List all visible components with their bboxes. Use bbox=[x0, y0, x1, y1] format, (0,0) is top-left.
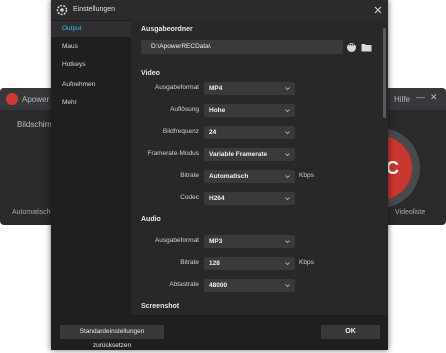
close-icon[interactable] bbox=[372, 4, 384, 16]
record-mode-label[interactable]: Bildschirm bbox=[17, 120, 54, 129]
video-list-label[interactable]: Videoliste bbox=[395, 209, 425, 216]
minimize-icon[interactable]: — bbox=[416, 92, 426, 104]
sidebar-item-output[interactable]: Output bbox=[51, 21, 131, 37]
codec-select[interactable]: H264 bbox=[204, 192, 295, 205]
scrollbar[interactable] bbox=[383, 28, 386, 118]
codec-label: Codec bbox=[180, 194, 199, 201]
audio-heading: Audio bbox=[141, 216, 161, 223]
output-folder-heading: Ausgabeordner bbox=[141, 26, 193, 33]
video-bitrate-select[interactable]: Automatisch bbox=[204, 170, 295, 183]
background-app-title: Apower bbox=[22, 95, 50, 104]
framerate-select[interactable]: 24 bbox=[204, 126, 295, 139]
framerate-label: Bildfrequenz bbox=[162, 128, 199, 135]
settings-dialog: Einstellungen Output Maus Hotkeys Aufneh… bbox=[51, 0, 388, 350]
audio-format-label: Ausgabeformat bbox=[154, 237, 199, 244]
app-logo-icon bbox=[6, 93, 18, 105]
video-bitrate-unit: Kbps bbox=[299, 172, 314, 179]
sample-rate-value: 48000 bbox=[209, 282, 228, 289]
reset-defaults-button[interactable]: Standardeinstellungen zurücksetzen bbox=[60, 325, 164, 349]
sidebar-item-hotkeys[interactable]: Hotkeys bbox=[51, 57, 131, 73]
framerate-mode-label: Framerate-Modus bbox=[147, 150, 199, 157]
video-format-value: MP4 bbox=[209, 85, 223, 92]
chevron-down-icon bbox=[285, 197, 290, 201]
chevron-down-icon bbox=[285, 262, 290, 266]
output-folder-path[interactable]: D:\ApowerRECData\ bbox=[141, 40, 343, 54]
audio-format-select[interactable]: MP3 bbox=[204, 235, 295, 248]
more-options-icon[interactable]: ••• bbox=[347, 43, 356, 52]
dialog-footer: Standardeinstellungen zurücksetzen OK bbox=[51, 315, 388, 350]
framerate-mode-value: Variable Framerate bbox=[209, 151, 268, 158]
chevron-down-icon bbox=[285, 240, 290, 244]
settings-sidebar: Output Maus Hotkeys Aufnehmen Mehr bbox=[51, 20, 131, 315]
chevron-down-icon bbox=[285, 87, 290, 91]
chevron-down-icon bbox=[285, 175, 290, 179]
chevron-down-icon bbox=[285, 284, 290, 288]
audio-format-value: MP3 bbox=[209, 238, 223, 245]
resolution-select[interactable]: Hohe bbox=[204, 104, 295, 117]
resolution-value: Hohe bbox=[209, 107, 226, 114]
dialog-titlebar: Einstellungen bbox=[51, 0, 388, 21]
codec-value: H264 bbox=[209, 195, 225, 202]
framerate-mode-select[interactable]: Variable Framerate bbox=[204, 148, 295, 161]
gear-icon bbox=[56, 4, 68, 16]
audio-bitrate-value: 128 bbox=[209, 260, 220, 267]
help-menu[interactable]: Hilfe bbox=[394, 95, 410, 104]
audio-bitrate-unit: Kbps bbox=[299, 259, 314, 266]
audio-bitrate-label: Bitrate bbox=[180, 259, 199, 266]
sample-rate-label: Abtastrate bbox=[169, 281, 199, 288]
ok-button[interactable]: OK bbox=[321, 325, 380, 339]
screenshot-heading: Screenshot bbox=[141, 303, 180, 310]
resolution-label: Auflösung bbox=[170, 106, 199, 113]
sidebar-item-maus[interactable]: Maus bbox=[51, 39, 131, 55]
chevron-down-icon bbox=[285, 131, 290, 135]
close-icon[interactable]: ✕ bbox=[430, 92, 440, 104]
settings-content: Ausgabeordner D:\ApowerRECData\ ••• Vide… bbox=[131, 20, 388, 315]
sidebar-item-mehr[interactable]: Mehr bbox=[51, 95, 131, 111]
video-heading: Video bbox=[141, 70, 160, 77]
video-bitrate-value: Automatisch bbox=[209, 173, 249, 180]
video-bitrate-label: Bitrate bbox=[180, 172, 199, 179]
dialog-title: Einstellungen bbox=[73, 6, 116, 13]
sidebar-item-aufnehmen[interactable]: Aufnehmen bbox=[51, 77, 131, 93]
framerate-value: 24 bbox=[209, 129, 217, 136]
video-format-select[interactable]: MP4 bbox=[204, 82, 295, 95]
folder-icon[interactable] bbox=[361, 43, 372, 52]
chevron-down-icon bbox=[285, 109, 290, 113]
audio-bitrate-select[interactable]: 128 bbox=[204, 257, 295, 270]
chevron-down-icon bbox=[285, 153, 290, 157]
sample-rate-select[interactable]: 48000 bbox=[204, 279, 295, 292]
video-format-label: Ausgabeformat bbox=[154, 84, 199, 91]
auto-stop-label[interactable]: Automatische bbox=[12, 209, 54, 216]
